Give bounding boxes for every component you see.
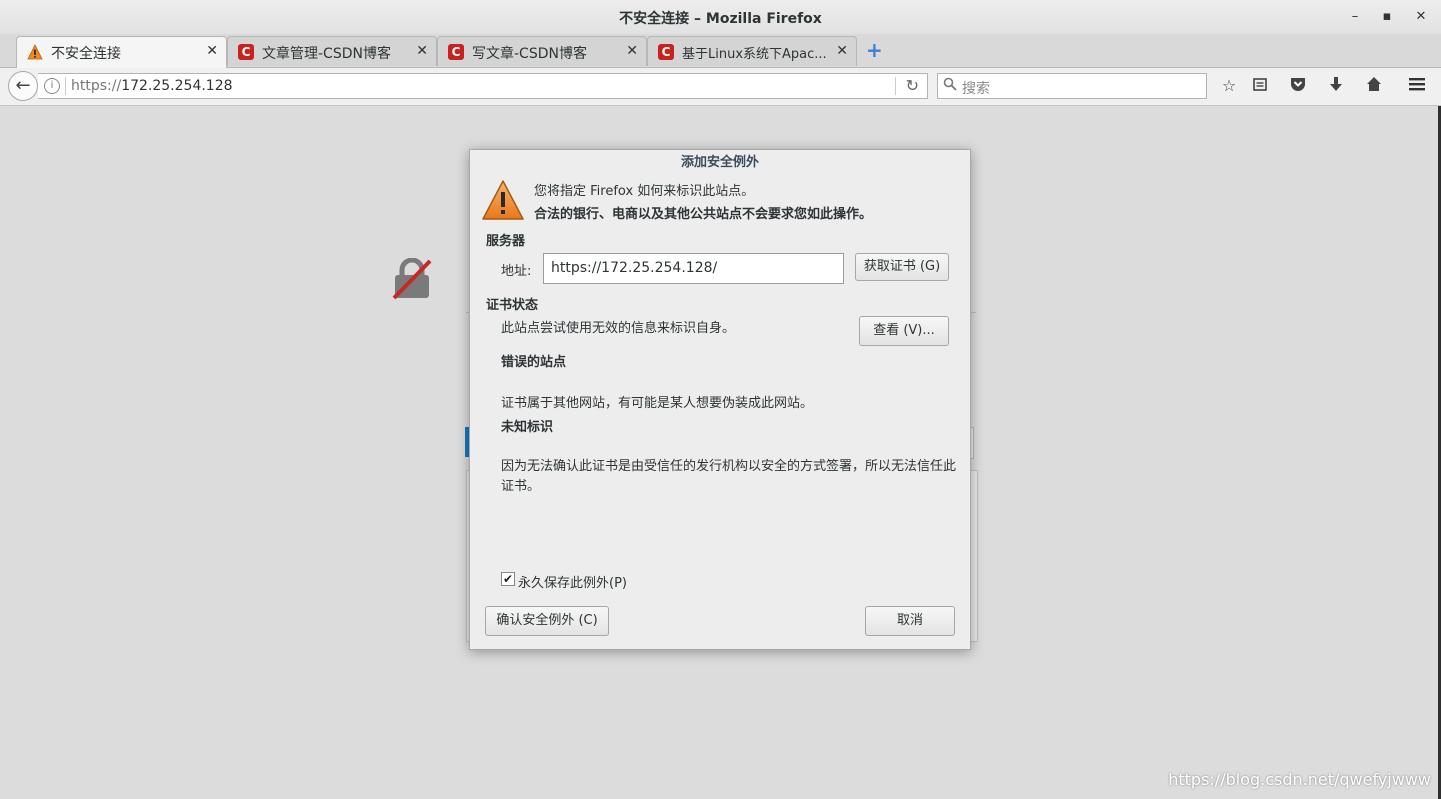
broken-lock-icon bbox=[392, 258, 432, 300]
search-placeholder: 搜索 bbox=[962, 81, 990, 97]
unknown-identity-heading: 未知标识 bbox=[501, 420, 554, 435]
tab-write-article[interactable]: C 写文章-CSDN博客 ✕ bbox=[437, 36, 647, 66]
add-security-exception-dialog: 添加安全例外 您将指定 Firefox 如何来标识此站点。 合法的银行、电商以及… bbox=[469, 149, 971, 650]
tab-bar: 不安全连接 ✕ C 文章管理-CSDN博客 ✕ C 写文章-CSDN博客 ✕ C… bbox=[0, 34, 1441, 68]
tab-label: 基于Linux系统下Apac... bbox=[682, 47, 827, 62]
close-tab-icon[interactable]: ✕ bbox=[206, 43, 218, 59]
cancel-button[interactable]: 取消 bbox=[865, 606, 955, 636]
url-host: 172.25.254.128 bbox=[121, 78, 233, 94]
tab-insecure-connection[interactable]: 不安全连接 ✕ bbox=[16, 36, 227, 68]
window-titlebar: 不安全连接 – Mozilla Firefox – ▪ ✕ bbox=[0, 0, 1441, 35]
get-certificate-button[interactable]: 获取证书 (G) bbox=[855, 253, 949, 281]
tab-label: 不安全连接 bbox=[51, 46, 121, 62]
watermark: https://blog.csdn.net/qwefyjwww bbox=[1168, 770, 1431, 789]
cert-status-description: 此站点尝试使用无效的信息来标识自身。 bbox=[501, 321, 736, 336]
info-icon[interactable]: i bbox=[44, 78, 60, 94]
warning-icon bbox=[27, 44, 43, 60]
unknown-identity-description: 因为无法确认此证书是由受信任的发行机构以安全的方式签署，所以无法信任此证书。 bbox=[501, 459, 957, 494]
minimize-button[interactable]: – bbox=[1346, 8, 1364, 26]
search-bar[interactable]: 搜索 bbox=[937, 73, 1207, 99]
server-heading: 服务器 bbox=[486, 234, 526, 249]
csdn-icon: C bbox=[448, 44, 464, 60]
wrong-site-description: 证书属于其他网站，有可能是某人想要伪装成此网站。 bbox=[501, 396, 814, 411]
wrong-site-heading: 错误的站点 bbox=[501, 355, 567, 370]
intro-text: 您将指定 Firefox 如何来标识此站点。 bbox=[534, 184, 755, 199]
tab-label: 写文章-CSDN博客 bbox=[472, 46, 587, 62]
tab-article-management[interactable]: C 文章管理-CSDN博客 ✕ bbox=[227, 36, 437, 66]
separator bbox=[895, 77, 896, 95]
address-input[interactable]: https://172.25.254.128/ bbox=[543, 253, 844, 284]
back-icon[interactable]: ← bbox=[8, 71, 38, 101]
search-icon bbox=[943, 77, 957, 91]
dialog-title: 添加安全例外 bbox=[680, 155, 759, 170]
close-tab-icon[interactable]: ✕ bbox=[836, 43, 848, 59]
download-icon[interactable] bbox=[1325, 76, 1347, 98]
view-certificate-button[interactable]: 查看 (V)... bbox=[859, 316, 949, 346]
pocket-icon[interactable] bbox=[1287, 76, 1309, 98]
url-bar[interactable]: i https://172.25.254.128 ↻ bbox=[38, 73, 928, 99]
permanent-exception-label[interactable]: 永久保存此例外(P) bbox=[518, 572, 627, 591]
navigation-bar: ← i https://172.25.254.128 ↻ 搜索 ☆ bbox=[0, 68, 1441, 106]
url-text[interactable]: https://172.25.254.128 bbox=[71, 78, 233, 94]
separator bbox=[65, 77, 66, 95]
maximize-button[interactable]: ▪ bbox=[1378, 8, 1396, 26]
bookmark-star-icon[interactable]: ☆ bbox=[1218, 76, 1240, 98]
tab-linux-apache[interactable]: C 基于Linux系统下Apac... ✕ bbox=[647, 36, 857, 66]
intro-warning-text: 合法的银行、电商以及其他公共站点不会要求您如此操作。 bbox=[534, 207, 873, 222]
new-tab-icon[interactable]: + bbox=[866, 40, 886, 60]
close-window-button[interactable]: ✕ bbox=[1412, 8, 1430, 26]
url-protocol: https:// bbox=[71, 78, 122, 94]
menu-icon[interactable] bbox=[1406, 76, 1428, 98]
address-label: 地址: bbox=[501, 264, 532, 279]
close-tab-icon[interactable]: ✕ bbox=[626, 43, 638, 59]
close-tab-icon[interactable]: ✕ bbox=[416, 43, 428, 59]
cert-status-heading: 证书状态 bbox=[486, 298, 539, 313]
warning-icon bbox=[482, 180, 524, 220]
window-title: 不安全连接 – Mozilla Firefox bbox=[619, 11, 822, 27]
permanent-exception-checkbox[interactable]: ✔ bbox=[501, 572, 515, 586]
tab-label: 文章管理-CSDN博客 bbox=[262, 46, 391, 62]
csdn-icon: C bbox=[238, 44, 254, 60]
reading-list-icon[interactable] bbox=[1249, 76, 1271, 98]
confirm-exception-button[interactable]: 确认安全例外 (C) bbox=[485, 606, 609, 636]
csdn-icon: C bbox=[658, 44, 674, 60]
reload-icon[interactable]: ↻ bbox=[906, 76, 919, 95]
home-icon[interactable] bbox=[1363, 76, 1385, 98]
